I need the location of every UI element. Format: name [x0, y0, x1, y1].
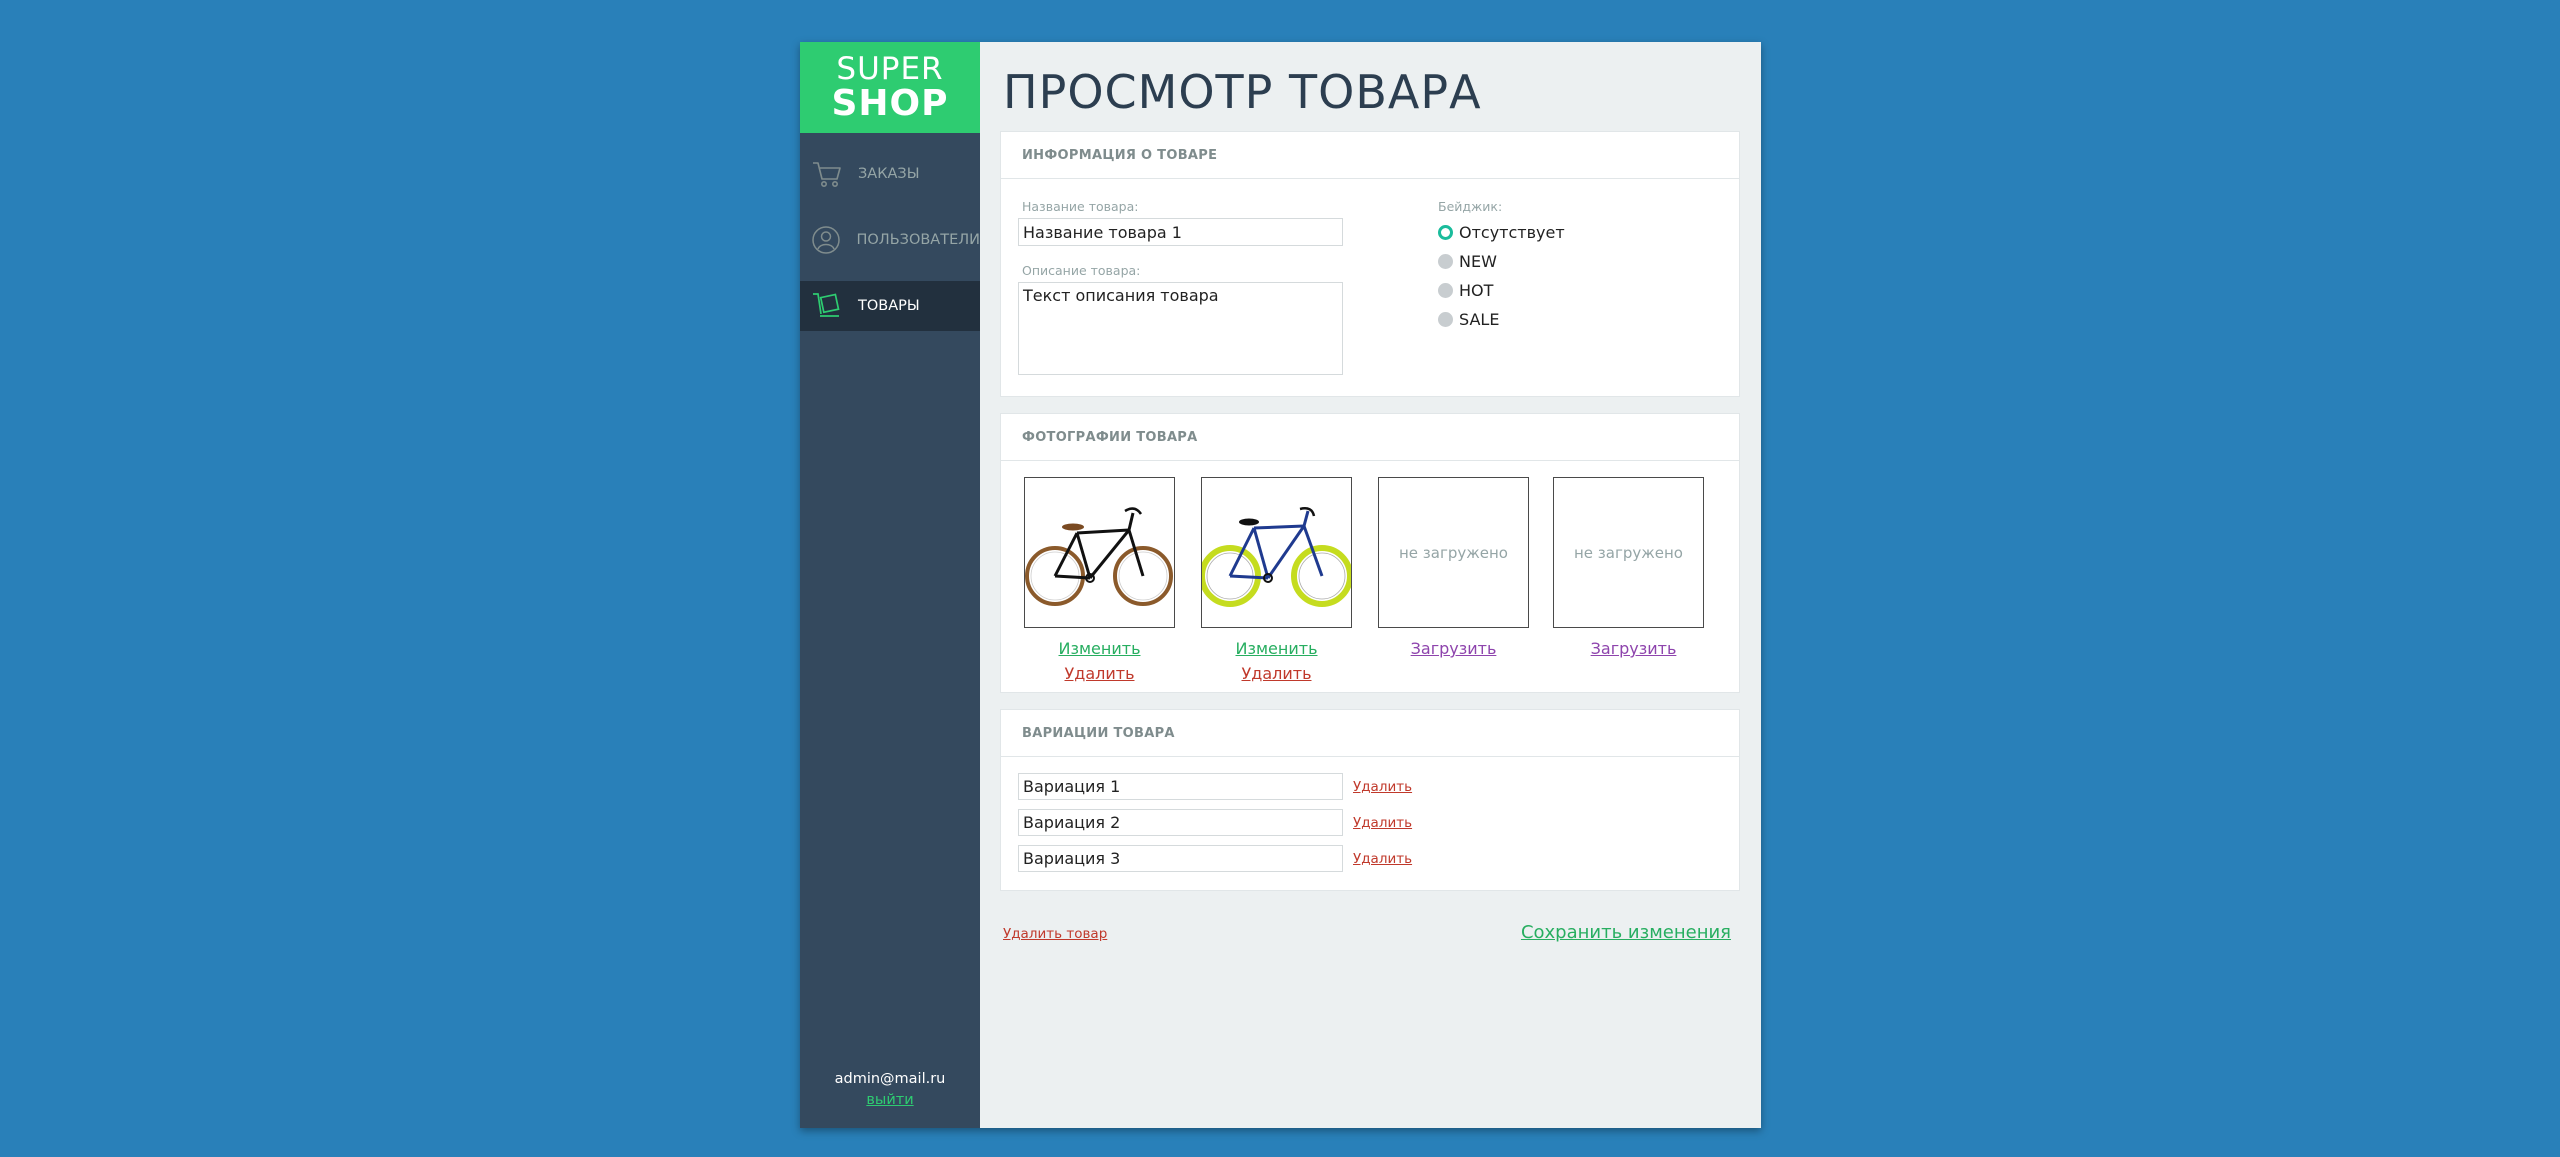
- badge-label: Бейджик:: [1438, 199, 1503, 214]
- upload-photo-link[interactable]: Загрузить: [1411, 639, 1497, 658]
- product-description-textarea[interactable]: Текст описания товара: [1018, 282, 1343, 375]
- product-info-card: ИНФОРМАЦИЯ О ТОВАРЕ Название товара: Опи…: [1000, 131, 1740, 397]
- cart-icon: [810, 157, 844, 191]
- variation-row: Удалить: [1018, 845, 1412, 872]
- card-header: ВАРИАЦИИ ТОВАРА: [1001, 710, 1739, 757]
- photo-placeholder: не загружено: [1574, 543, 1683, 562]
- variation-input[interactable]: [1018, 845, 1343, 872]
- photo-actions-4: Загрузить: [1558, 636, 1709, 661]
- logo[interactable]: SUPER SHOP: [800, 42, 980, 133]
- black-bicycle-image: [1025, 507, 1173, 606]
- product-name-input[interactable]: [1018, 218, 1343, 246]
- delete-variation-link[interactable]: Удалить: [1353, 779, 1412, 795]
- variation-row: Удалить: [1018, 809, 1412, 836]
- sidebar-item-label: ПОЛЬЗОВАТЕЛИ: [856, 232, 980, 248]
- upload-photo-link[interactable]: Загрузить: [1591, 639, 1677, 658]
- photo-placeholder: не загружено: [1399, 543, 1508, 562]
- radio-checked-icon: [1438, 225, 1453, 240]
- photo-slot-2[interactable]: [1201, 477, 1352, 628]
- badge-option-sale[interactable]: SALE: [1438, 305, 1565, 334]
- badge-radio-group: Отсутствует NEW HOT SALE: [1438, 218, 1565, 334]
- product-name-label: Название товара:: [1022, 199, 1139, 214]
- sidebar-item-label: ТОВАРЫ: [858, 298, 920, 314]
- page-title: ПРОСМОТР ТОВАРА: [1003, 65, 1482, 119]
- card-header: ИНФОРМАЦИЯ О ТОВАРЕ: [1001, 132, 1739, 179]
- variation-row: Удалить: [1018, 773, 1412, 800]
- sidebar-nav: ЗАКАЗЫ ПОЛЬЗОВАТЕЛИ ТОВАРЫ: [800, 149, 980, 331]
- photo-actions-3: Загрузить: [1378, 636, 1529, 661]
- photo-actions-2: Изменить Удалить: [1201, 636, 1352, 686]
- change-photo-link[interactable]: Изменить: [1236, 639, 1318, 658]
- badge-option-hot[interactable]: HOT: [1438, 276, 1565, 305]
- delete-photo-link[interactable]: Удалить: [1242, 664, 1312, 683]
- variation-input[interactable]: [1018, 809, 1343, 836]
- sidebar-item-orders[interactable]: ЗАКАЗЫ: [800, 149, 980, 199]
- radio-unchecked-icon: [1438, 283, 1453, 298]
- sidebar-item-users[interactable]: ПОЛЬЗОВАТЕЛИ: [800, 215, 980, 265]
- user-icon: [810, 223, 842, 257]
- badge-option-new[interactable]: NEW: [1438, 247, 1565, 276]
- photo-actions-1: Изменить Удалить: [1024, 636, 1175, 686]
- main-content: ПРОСМОТР ТОВАРА ИНФОРМАЦИЯ О ТОВАРЕ Назв…: [980, 42, 1761, 1128]
- badge-option-label: NEW: [1459, 252, 1497, 271]
- sidebar-item-products[interactable]: ТОВАРЫ: [800, 281, 980, 331]
- radio-unchecked-icon: [1438, 254, 1453, 269]
- product-variations-card: ВАРИАЦИИ ТОВАРА Удалить Удалить Удалить: [1000, 709, 1740, 891]
- badge-option-label: Отсутствует: [1459, 223, 1565, 242]
- card-header: ФОТОГРАФИИ ТОВАРА: [1001, 414, 1739, 461]
- photo-slot-3[interactable]: не загружено: [1378, 477, 1529, 628]
- photo-slot-4[interactable]: не загружено: [1553, 477, 1704, 628]
- user-email: admin@mail.ru: [834, 1071, 946, 1087]
- logout-link[interactable]: выйти: [866, 1092, 913, 1108]
- admin-window: SUPER SHOP ЗАКАЗЫ ПОЛЬЗОВАТЕЛИ ТОВАРЫ ad…: [800, 42, 1761, 1128]
- badge-option-none[interactable]: Отсутствует: [1438, 218, 1565, 247]
- badge-option-label: HOT: [1459, 281, 1494, 300]
- blue-bicycle-image: [1202, 507, 1351, 607]
- photo-slot-1[interactable]: [1024, 477, 1175, 628]
- sidebar-item-label: ЗАКАЗЫ: [858, 166, 920, 182]
- logo-line-2: SHOP: [831, 82, 949, 124]
- delete-variation-link[interactable]: Удалить: [1353, 815, 1412, 831]
- change-photo-link[interactable]: Изменить: [1059, 639, 1141, 658]
- delete-variation-link[interactable]: Удалить: [1353, 851, 1412, 867]
- badge-option-label: SALE: [1459, 310, 1500, 329]
- logo-line-1: SUPER: [836, 50, 944, 87]
- delete-photo-link[interactable]: Удалить: [1065, 664, 1135, 683]
- sidebar: SUPER SHOP ЗАКАЗЫ ПОЛЬЗОВАТЕЛИ ТОВАРЫ ad…: [800, 42, 980, 1128]
- product-description-label: Описание товара:: [1022, 263, 1141, 278]
- product-photos-card: ФОТОГРАФИИ ТОВАРА Изменить Удалить Измен…: [1000, 413, 1740, 693]
- product-tag-icon: [810, 289, 844, 323]
- variation-input[interactable]: [1018, 773, 1343, 800]
- user-box: admin@mail.ru выйти: [800, 1071, 980, 1108]
- radio-unchecked-icon: [1438, 312, 1453, 327]
- save-changes-link[interactable]: Сохранить изменения: [1521, 922, 1731, 943]
- delete-product-link[interactable]: Удалить товар: [1003, 926, 1107, 942]
